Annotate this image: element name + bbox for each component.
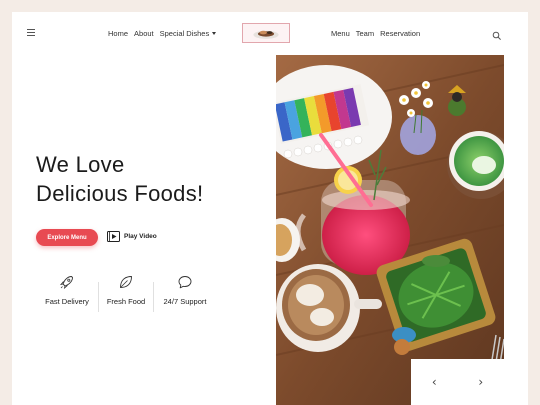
feature-label: 24/7 Support: [163, 297, 207, 306]
chevron-down-icon: [212, 32, 217, 35]
search-icon[interactable]: [492, 28, 502, 40]
leaf-icon: [120, 276, 132, 288]
slider-prev-button[interactable]: ‹: [427, 375, 441, 389]
primary-nav-right: Menu Team Reservation: [331, 29, 420, 38]
hero-food-photo: [276, 55, 504, 405]
food-plate-logo-icon: [253, 30, 279, 39]
nav-about[interactable]: About: [134, 29, 154, 38]
chat-bubble-icon: [178, 276, 192, 289]
nav-special-dishes-label: Special Dishes: [159, 29, 210, 38]
brand-logo[interactable]: [242, 23, 290, 43]
play-video-button[interactable]: Play Video: [107, 231, 157, 242]
feature-support: 24/7 Support: [155, 273, 215, 306]
rocket-icon: [59, 276, 73, 290]
feature-fast-delivery: Fast Delivery: [37, 273, 97, 306]
feature-label: Fresh Food: [106, 297, 146, 306]
hamburger-menu-icon[interactable]: [27, 29, 35, 36]
play-video-label: Play Video: [124, 233, 157, 240]
explore-menu-button[interactable]: Explore Menu: [36, 229, 98, 246]
nav-menu[interactable]: Menu: [331, 29, 350, 38]
nav-reservation[interactable]: Reservation: [380, 29, 420, 38]
play-video-icon: [107, 231, 120, 242]
hero-title-line-1: We Love: [36, 152, 125, 177]
feature-fresh-food: Fresh Food: [96, 273, 156, 306]
slider-next-button[interactable]: ›: [474, 375, 488, 389]
slider-controls: ‹ ›: [411, 359, 504, 405]
feature-divider: [153, 282, 154, 312]
hero-title-line-2: Delicious Foods!: [36, 181, 204, 206]
hero-title: We Love Delicious Foods!: [36, 150, 203, 208]
nav-team[interactable]: Team: [356, 29, 374, 38]
nav-home[interactable]: Home: [108, 29, 128, 38]
nav-special-dishes[interactable]: Special Dishes: [160, 29, 217, 38]
primary-nav-left: Home About Special Dishes: [108, 29, 217, 38]
feature-label: Fast Delivery: [45, 297, 89, 306]
